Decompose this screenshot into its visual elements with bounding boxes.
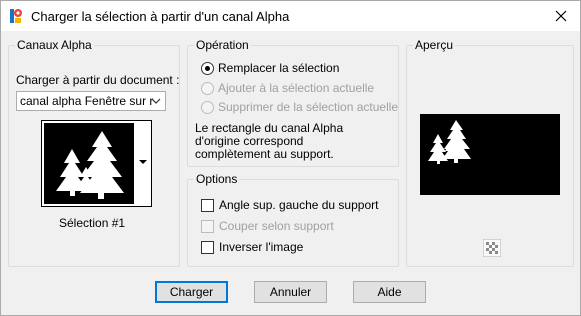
close-button[interactable] xyxy=(550,5,572,27)
radio-subtract-selection[interactable]: Supprimer de la sélection actuelle xyxy=(201,100,398,114)
selection-label: Sélection #1 xyxy=(59,216,126,230)
checkbox-label: Angle sup. gauche du support xyxy=(219,198,379,212)
dialog-window: Charger la sélection à partir d'un canal… xyxy=(0,0,581,316)
alpha-channels-group-title: Canaux Alpha xyxy=(15,38,94,52)
checkbox[interactable] xyxy=(201,198,214,212)
options-group-title: Options xyxy=(194,172,240,186)
selection-thumbnail[interactable] xyxy=(41,120,152,207)
help-button[interactable]: Aide xyxy=(353,281,426,303)
selection-thumbnail-image xyxy=(44,123,134,204)
window-title: Charger la sélection à partir d'un canal… xyxy=(31,9,290,24)
title-bar[interactable]: Charger la sélection à partir d'un canal… xyxy=(1,1,580,31)
preview-image xyxy=(420,114,560,195)
chevron-down-icon xyxy=(151,98,161,104)
checkbox-invert-image[interactable]: Inverser l'image xyxy=(201,240,303,254)
operation-group-title: Opération xyxy=(194,38,251,52)
checkbox[interactable] xyxy=(201,219,214,233)
operation-info-line-1: Le rectangle du canal Alpha xyxy=(195,121,344,135)
operation-info-line-3: complètement au support. xyxy=(195,147,334,161)
thumbnail-dropdown-arrow-icon[interactable] xyxy=(136,157,150,167)
checkbox-label: Couper selon support xyxy=(219,219,334,233)
checkbox-clip-to-canvas[interactable]: Couper selon support xyxy=(201,219,334,233)
checkbox[interactable] xyxy=(201,240,214,254)
document-select-value: canal alpha Fenêtre sur r xyxy=(20,94,154,108)
load-from-document-label: Charger à partir du document : xyxy=(16,73,180,87)
trees-silhouette-icon xyxy=(44,123,134,204)
preview-group-title: Aperçu xyxy=(413,38,456,52)
transparency-grid-icon[interactable] xyxy=(483,239,501,257)
radio-add-selection[interactable]: Ajouter à la sélection actuelle xyxy=(201,81,374,95)
radio-label: Ajouter à la sélection actuelle xyxy=(218,81,375,95)
radio-replace-selection[interactable]: Remplacer la sélection xyxy=(201,61,339,75)
cancel-button[interactable]: Annuler xyxy=(254,281,327,303)
preview-trees-icon xyxy=(428,120,471,164)
radio-button[interactable] xyxy=(201,81,214,95)
paintshop-icon xyxy=(10,9,22,23)
radio-button[interactable] xyxy=(201,61,214,75)
radio-button[interactable] xyxy=(201,100,214,114)
operation-info-line-2: d'origine correspond xyxy=(195,134,304,148)
checkbox-label: Inverser l'image xyxy=(219,240,304,254)
load-button[interactable]: Charger xyxy=(155,281,228,303)
document-select[interactable]: canal alpha Fenêtre sur r xyxy=(16,91,166,111)
checkbox-top-left-corner[interactable]: Angle sup. gauche du support xyxy=(201,198,378,212)
close-icon xyxy=(555,10,567,22)
radio-label: Remplacer la sélection xyxy=(218,61,340,75)
radio-label: Supprimer de la sélection actuelle xyxy=(218,100,399,114)
